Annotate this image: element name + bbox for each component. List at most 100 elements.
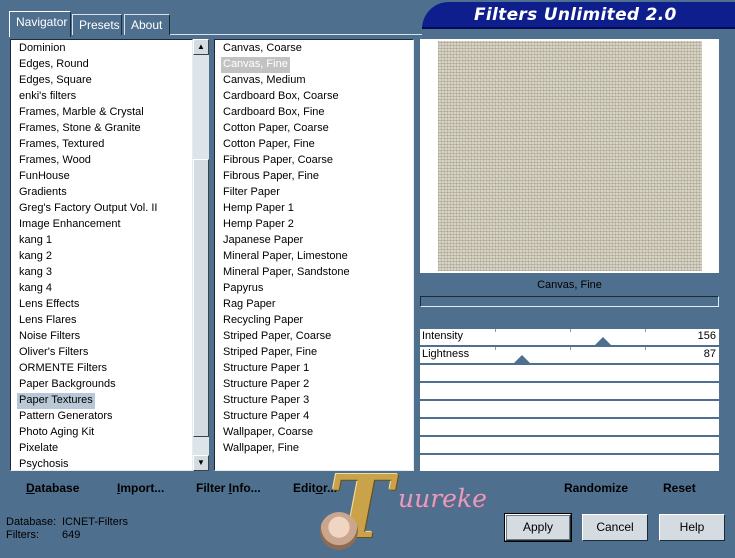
filter-list-item[interactable]: Papyrus bbox=[221, 281, 265, 297]
help-button[interactable]: Help bbox=[659, 514, 725, 541]
database-button[interactable]: Database bbox=[26, 481, 79, 495]
slider-handle[interactable] bbox=[595, 337, 611, 345]
slider-handle[interactable] bbox=[514, 355, 530, 363]
import-label: mport... bbox=[120, 481, 165, 495]
empty-slider-slot bbox=[420, 437, 719, 453]
category-list-item[interactable]: Pixelate bbox=[17, 441, 60, 457]
empty-slider-slot bbox=[420, 365, 719, 381]
progress-bar bbox=[420, 296, 719, 307]
app-banner-title: Filters Unlimited 2.0 bbox=[422, 2, 735, 29]
status-label: Filters: bbox=[6, 529, 39, 541]
category-list-item[interactable]: ORMENTE Filters bbox=[17, 361, 109, 377]
filter-list[interactable]: Canvas, Coarse Canvas, Fine Canvas, Medium… bbox=[214, 39, 414, 471]
slider-label: Lightness bbox=[422, 348, 470, 360]
filter-list-item[interactable]: Cotton Paper, Coarse bbox=[221, 121, 331, 137]
tab-about[interactable]: About bbox=[124, 14, 170, 35]
category-list-item[interactable]: Frames, Marble & Crystal bbox=[17, 105, 146, 121]
category-list-item[interactable]: Dominion bbox=[17, 41, 67, 57]
filter-list-item[interactable]: Fibrous Paper, Fine bbox=[221, 169, 321, 185]
status-database: Database: ICNET-Filters bbox=[6, 516, 128, 528]
editor-label: Edit bbox=[293, 481, 316, 495]
filter-list-item[interactable]: Striped Paper, Fine bbox=[221, 345, 319, 361]
category-list-item[interactable]: Gradients bbox=[17, 185, 69, 201]
watermark-doll-icon bbox=[320, 512, 358, 550]
filter-list-item[interactable]: Rag Paper bbox=[221, 297, 278, 313]
filter-list-item[interactable]: Wallpaper, Coarse bbox=[221, 425, 315, 441]
filter-list-item[interactable]: Structure Paper 1 bbox=[221, 361, 311, 377]
category-list-item[interactable]: Paper Backgrounds bbox=[17, 377, 118, 393]
empty-slider-slot bbox=[420, 401, 719, 417]
category-list-item[interactable]: kang 3 bbox=[17, 265, 54, 281]
import-button[interactable]: Import... bbox=[117, 481, 164, 495]
empty-slider-slot bbox=[420, 383, 719, 399]
filter-info-button[interactable]: Filter Info... bbox=[196, 481, 261, 495]
tab-presets[interactable]: Presets bbox=[72, 14, 122, 35]
slider-value: 87 bbox=[703, 348, 716, 360]
filter-list-item[interactable]: Hemp Paper 2 bbox=[221, 217, 296, 233]
filter-list-item[interactable]: Mineral Paper, Limestone bbox=[221, 249, 350, 265]
slider-tick bbox=[645, 329, 646, 332]
filter-info-label: Filter bbox=[196, 481, 229, 495]
slider-tick bbox=[570, 329, 571, 332]
reset-button[interactable]: Reset bbox=[663, 481, 696, 495]
filter-list-item[interactable]: Cardboard Box, Coarse bbox=[221, 89, 341, 105]
tab-label: Navigator bbox=[16, 15, 68, 29]
category-list-item[interactable]: Psychosis bbox=[17, 457, 71, 470]
lightness-slider[interactable]: Lightness 87 bbox=[420, 347, 719, 363]
category-list-item[interactable]: Paper Textures bbox=[17, 393, 95, 409]
filter-list-item[interactable]: Structure Paper 2 bbox=[221, 377, 311, 393]
filter-list-item[interactable]: Cardboard Box, Fine bbox=[221, 105, 327, 121]
tab-label: Presets bbox=[79, 18, 120, 32]
category-list-item[interactable]: kang 2 bbox=[17, 249, 54, 265]
filter-list-item[interactable]: Recycling Paper bbox=[221, 313, 305, 329]
status-value: ICNET-Filters bbox=[62, 516, 128, 528]
empty-slider-slot bbox=[420, 455, 719, 471]
filter-list-item[interactable]: Canvas, Medium bbox=[221, 73, 308, 89]
category-list-item[interactable]: kang 1 bbox=[17, 233, 54, 249]
apply-button[interactable]: Apply bbox=[504, 513, 572, 542]
scroll-up-button[interactable]: ▲ bbox=[193, 39, 209, 55]
category-list-item[interactable]: Frames, Wood bbox=[17, 153, 93, 169]
category-list-item[interactable]: Image Enhancement bbox=[17, 217, 123, 233]
filter-list-item[interactable]: Hemp Paper 1 bbox=[221, 201, 296, 217]
filter-list-item[interactable]: Striped Paper, Coarse bbox=[221, 329, 333, 345]
scroll-thumb[interactable] bbox=[193, 159, 209, 437]
tab-navigator[interactable]: Navigator bbox=[9, 11, 71, 37]
category-list-item[interactable]: Lens Effects bbox=[17, 297, 81, 313]
intensity-slider[interactable]: Intensity 156 bbox=[420, 329, 719, 345]
scroll-down-button[interactable]: ▼ bbox=[193, 455, 209, 471]
category-list[interactable]: Dominion Edges, Round Edges, Square enki's … bbox=[10, 39, 193, 471]
filter-list-item[interactable]: Fibrous Paper, Coarse bbox=[221, 153, 335, 169]
tab-strip-line bbox=[170, 34, 422, 35]
randomize-button[interactable]: Randomize bbox=[564, 481, 628, 495]
status-value: 649 bbox=[62, 529, 81, 541]
filter-list-item[interactable]: Wallpaper, Fine bbox=[221, 441, 301, 457]
category-list-item[interactable]: Photo Aging Kit bbox=[17, 425, 96, 441]
filter-list-item[interactable]: Structure Paper 3 bbox=[221, 393, 311, 409]
filter-list-item[interactable]: Filter Paper bbox=[221, 185, 282, 201]
filter-list-item[interactable]: Canvas, Coarse bbox=[221, 41, 304, 57]
preview-caption: Canvas, Fine bbox=[537, 279, 602, 291]
slider-tick bbox=[645, 347, 646, 350]
filter-list-item[interactable]: Cotton Paper, Fine bbox=[221, 137, 317, 153]
category-list-item[interactable]: FunHouse bbox=[17, 169, 72, 185]
category-list-item[interactable]: Noise Filters bbox=[17, 329, 82, 345]
filter-list-item[interactable]: Structure Paper 4 bbox=[221, 409, 311, 425]
category-list-item[interactable]: Frames, Stone & Granite bbox=[17, 121, 143, 137]
category-list-item[interactable]: Lens Flares bbox=[17, 313, 78, 329]
filter-list-item[interactable]: Canvas, Fine bbox=[221, 57, 290, 73]
category-list-item[interactable]: kang 4 bbox=[17, 281, 54, 297]
category-list-item[interactable]: Edges, Square bbox=[17, 73, 94, 89]
category-list-item[interactable]: Edges, Round bbox=[17, 57, 91, 73]
filter-list-item[interactable]: Mineral Paper, Sandstone bbox=[221, 265, 352, 281]
category-scrollbar[interactable]: ▲ ▼ bbox=[193, 39, 209, 471]
category-list-item[interactable]: Greg's Factory Output Vol. II bbox=[17, 201, 159, 217]
filter-list-item[interactable]: Japanese Paper bbox=[221, 233, 305, 249]
slider-tick bbox=[570, 347, 571, 350]
category-list-item[interactable]: enki's filters bbox=[17, 89, 78, 105]
category-list-item[interactable]: Oliver's Filters bbox=[17, 345, 90, 361]
category-list-item[interactable]: Frames, Textured bbox=[17, 137, 106, 153]
filter-info-label-rest: nfo... bbox=[232, 481, 261, 495]
category-list-item[interactable]: Pattern Generators bbox=[17, 409, 115, 425]
cancel-button[interactable]: Cancel bbox=[582, 514, 648, 541]
